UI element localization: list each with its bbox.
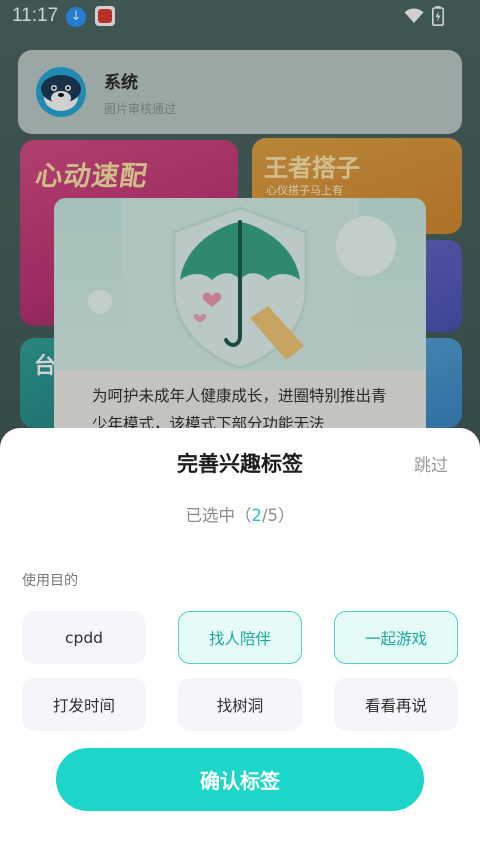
section-label-purpose: 使用目的 — [22, 573, 78, 589]
counter-selected: 2 — [251, 506, 262, 525]
confirm-tags-button[interactable]: 确认标签 — [56, 748, 424, 811]
counter-prefix: 已选中（ — [185, 506, 252, 525]
tag-chip[interactable]: 看看再说 — [334, 678, 458, 731]
skip-button[interactable]: 跳过 — [414, 451, 448, 476]
counter-suffix: /5） — [261, 506, 295, 525]
sheet-title: 完善兴趣标签 — [177, 452, 303, 476]
tag-chip[interactable]: 找树洞 — [178, 678, 302, 731]
tag-chip[interactable]: 打发时间 — [22, 678, 146, 731]
selection-counter: 已选中（2/5） — [0, 502, 480, 526]
tag-chip[interactable]: 找人陪伴 — [178, 611, 302, 664]
tag-chip[interactable]: cpdd — [22, 611, 146, 664]
interest-tags-sheet: 完善兴趣标签 跳过 已选中（2/5） 使用目的 cpdd 找人陪伴 一起游戏 打… — [0, 428, 480, 855]
tag-chip[interactable]: 一起游戏 — [334, 611, 458, 664]
